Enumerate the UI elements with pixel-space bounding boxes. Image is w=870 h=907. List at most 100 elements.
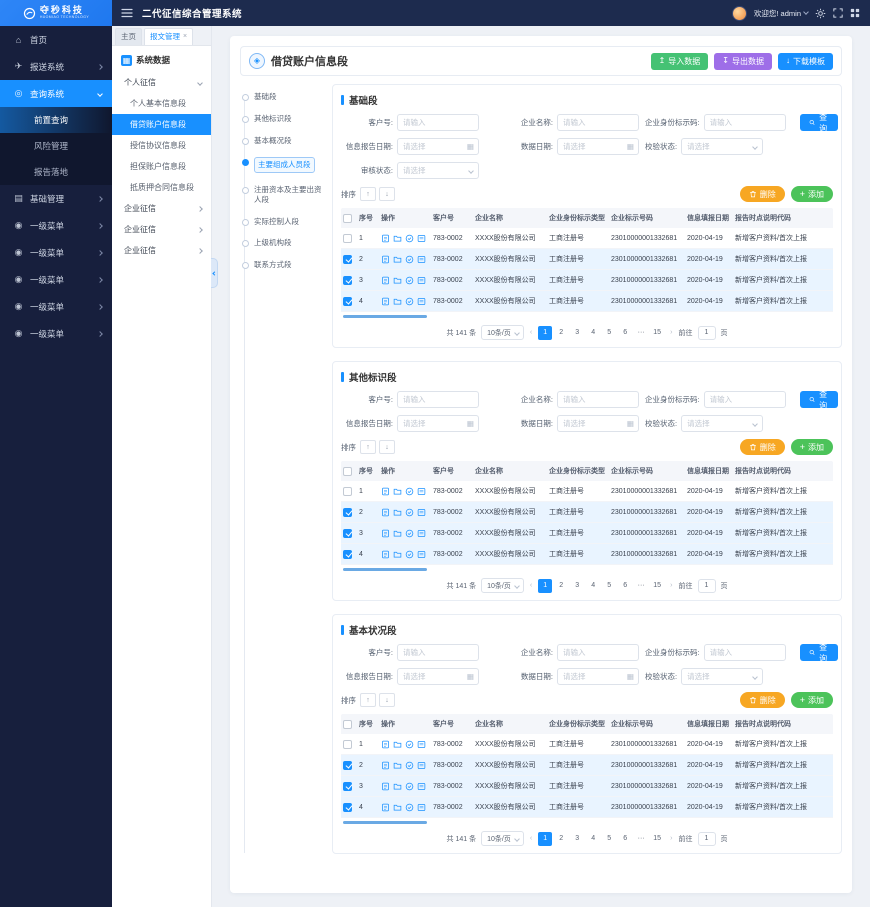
page-number[interactable]: ··· bbox=[634, 579, 648, 593]
folder-icon[interactable] bbox=[393, 803, 402, 812]
anchor-item[interactable]: 实际控制人段 bbox=[242, 217, 328, 239]
folder-icon[interactable] bbox=[393, 529, 402, 538]
row-checkbox[interactable] bbox=[343, 276, 352, 285]
page-number[interactable]: ··· bbox=[634, 832, 648, 846]
user-menu[interactable]: 欢迎您! admin bbox=[754, 8, 808, 19]
file-icon[interactable] bbox=[381, 550, 390, 559]
row-checkbox[interactable] bbox=[343, 234, 352, 243]
file-icon[interactable] bbox=[381, 234, 390, 243]
field-input[interactable] bbox=[558, 648, 638, 657]
add-button[interactable]: + 添加 bbox=[791, 439, 833, 455]
sort-descending-button[interactable]: ↓ bbox=[379, 440, 395, 454]
goto-page-input[interactable]: 1 bbox=[698, 579, 716, 593]
field-input[interactable] bbox=[398, 395, 478, 404]
page-number[interactable]: 15 bbox=[650, 832, 664, 846]
hamburger-menu-icon[interactable] bbox=[121, 8, 133, 18]
page-number[interactable]: 2 bbox=[554, 326, 568, 340]
page-number[interactable]: 5 bbox=[602, 326, 616, 340]
anchor-item[interactable]: 其他标识段 bbox=[242, 114, 328, 136]
folder-icon[interactable] bbox=[393, 508, 402, 517]
sidebar-item[interactable]: ◉ 一级菜单 bbox=[0, 239, 112, 266]
row-checkbox[interactable] bbox=[343, 803, 352, 812]
query-button[interactable]: 查询 bbox=[800, 114, 838, 131]
page-number[interactable]: 4 bbox=[586, 832, 600, 846]
prev-page-button[interactable]: ‹ bbox=[529, 582, 533, 589]
page-number[interactable]: 5 bbox=[602, 579, 616, 593]
list-icon[interactable] bbox=[417, 550, 426, 559]
list-icon[interactable] bbox=[417, 508, 426, 517]
page-number[interactable]: 1 bbox=[538, 832, 552, 846]
page-number[interactable]: 15 bbox=[650, 326, 664, 340]
sort-ascending-button[interactable]: ↑ bbox=[360, 693, 376, 707]
page-number[interactable]: 3 bbox=[570, 579, 584, 593]
table-row[interactable]: 1 783-0002 bbox=[341, 734, 833, 755]
file-icon[interactable] bbox=[381, 297, 390, 306]
query-button[interactable]: 查询 bbox=[800, 391, 838, 408]
field-input[interactable] bbox=[705, 118, 785, 127]
check-circle-icon[interactable] bbox=[405, 529, 414, 538]
field-input[interactable] bbox=[558, 142, 638, 151]
file-icon[interactable] bbox=[381, 276, 390, 285]
goto-page-input[interactable]: 1 bbox=[698, 326, 716, 340]
table-row[interactable]: 2 783-0002 bbox=[341, 249, 833, 270]
nav-item[interactable]: 借贷账户信息段 bbox=[112, 114, 211, 135]
table-row[interactable]: 1 783-0002 bbox=[341, 481, 833, 502]
select-all-checkbox[interactable] bbox=[343, 214, 352, 223]
horizontal-scrollbar[interactable] bbox=[343, 568, 427, 571]
field-input[interactable] bbox=[682, 419, 762, 428]
table-row[interactable]: 3 783-0002 bbox=[341, 776, 833, 797]
check-circle-icon[interactable] bbox=[405, 508, 414, 517]
page-number[interactable]: ··· bbox=[634, 326, 648, 340]
sidebar-item[interactable]: ◉ 一级菜单 bbox=[0, 212, 112, 239]
nav-item[interactable]: 授信协议信息段 bbox=[112, 135, 211, 156]
field-input[interactable] bbox=[682, 672, 762, 681]
folder-icon[interactable] bbox=[393, 297, 402, 306]
check-circle-icon[interactable] bbox=[405, 740, 414, 749]
add-button[interactable]: + 添加 bbox=[791, 692, 833, 708]
list-icon[interactable] bbox=[417, 297, 426, 306]
check-circle-icon[interactable] bbox=[405, 761, 414, 770]
page-number[interactable]: 1 bbox=[538, 326, 552, 340]
row-checkbox[interactable] bbox=[343, 782, 352, 791]
row-checkbox[interactable] bbox=[343, 255, 352, 264]
avatar[interactable] bbox=[732, 6, 747, 21]
page-number[interactable]: 3 bbox=[570, 326, 584, 340]
field-input[interactable] bbox=[398, 166, 478, 175]
table-row[interactable]: 3 783-0002 bbox=[341, 270, 833, 291]
anchor-item[interactable]: 注册资本及主要出资人段 bbox=[242, 185, 328, 217]
close-icon[interactable]: × bbox=[183, 33, 187, 40]
query-button[interactable]: 查询 bbox=[800, 644, 838, 661]
folder-icon[interactable] bbox=[393, 761, 402, 770]
add-button[interactable]: + 添加 bbox=[791, 186, 833, 202]
next-page-button[interactable]: › bbox=[669, 835, 673, 842]
sort-descending-button[interactable]: ↓ bbox=[379, 187, 395, 201]
tab[interactable]: 主页 bbox=[115, 28, 142, 45]
field-input[interactable] bbox=[558, 118, 638, 127]
folder-icon[interactable] bbox=[393, 782, 402, 791]
file-icon[interactable] bbox=[381, 487, 390, 496]
folder-icon[interactable] bbox=[393, 487, 402, 496]
sort-descending-button[interactable]: ↓ bbox=[379, 693, 395, 707]
table-row[interactable]: 3 783-0002 bbox=[341, 523, 833, 544]
goto-page-input[interactable]: 1 bbox=[698, 832, 716, 846]
sidebar-subitem[interactable]: 前置查询 bbox=[0, 107, 112, 133]
table-row[interactable]: 2 783-0002 bbox=[341, 755, 833, 776]
row-checkbox[interactable] bbox=[343, 297, 352, 306]
file-icon[interactable] bbox=[381, 255, 390, 264]
folder-icon[interactable] bbox=[393, 550, 402, 559]
file-icon[interactable] bbox=[381, 782, 390, 791]
file-icon[interactable] bbox=[381, 803, 390, 812]
anchor-item[interactable]: 上级机构段 bbox=[242, 238, 328, 260]
check-circle-icon[interactable] bbox=[405, 234, 414, 243]
field-input[interactable] bbox=[398, 648, 478, 657]
tab[interactable]: 报文管理 × bbox=[144, 28, 193, 45]
page-number[interactable]: 1 bbox=[538, 579, 552, 593]
page-number[interactable]: 4 bbox=[586, 326, 600, 340]
list-icon[interactable] bbox=[417, 803, 426, 812]
field-input[interactable] bbox=[682, 142, 762, 151]
list-icon[interactable] bbox=[417, 782, 426, 791]
table-row[interactable]: 1 783-0002 bbox=[341, 228, 833, 249]
sort-ascending-button[interactable]: ↑ bbox=[360, 187, 376, 201]
page-number[interactable]: 3 bbox=[570, 832, 584, 846]
field-input[interactable] bbox=[705, 395, 785, 404]
